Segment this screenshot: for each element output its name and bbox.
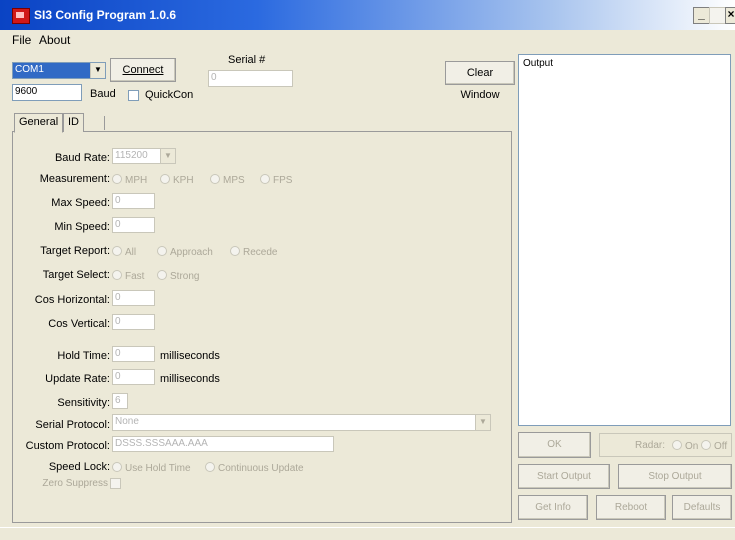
custom-protocol-label: Custom Protocol: xyxy=(25,440,110,452)
reboot-button[interactable]: Reboot xyxy=(596,495,666,520)
target-select-fast[interactable]: Fast xyxy=(112,270,144,282)
hold-time-field[interactable]: 0 xyxy=(112,346,155,362)
measurement-mph[interactable]: MPH xyxy=(112,174,147,186)
cos-vertical-label: Cos Vertical: xyxy=(48,318,110,330)
cos-horizontal-field[interactable]: 0 xyxy=(112,290,155,306)
max-speed-label: Max Speed: xyxy=(51,197,110,209)
output-label: Output xyxy=(523,58,554,69)
connect-button-label: Connect xyxy=(122,64,164,76)
min-speed-label: Min Speed: xyxy=(54,221,110,233)
max-speed-field[interactable]: 0 xyxy=(112,193,155,209)
baud-rate-label: Baud Rate: xyxy=(54,152,110,164)
get-info-button[interactable]: Get Info xyxy=(518,495,588,520)
title-bar: SI3 Config Program 1.0.6 _ × xyxy=(0,0,735,30)
menu-bar: File About xyxy=(0,30,735,49)
cos-horizontal-label: Cos Horizontal: xyxy=(34,294,110,306)
update-rate-field[interactable]: 0 xyxy=(112,369,155,385)
serial-label: Serial # xyxy=(228,54,266,66)
zero-suppress-checkbox[interactable] xyxy=(110,478,121,489)
app-icon xyxy=(12,8,30,24)
measurement-fps[interactable]: FPS xyxy=(260,174,292,186)
baud-label: Baud xyxy=(90,88,116,100)
tab-separator xyxy=(104,116,105,130)
serial-field[interactable]: 0 xyxy=(208,70,293,87)
defaults-button[interactable]: Defaults xyxy=(672,495,732,520)
window-title: SI3 Config Program 1.0.6 xyxy=(34,8,177,22)
chevron-down-icon[interactable]: ▼ xyxy=(90,63,105,78)
start-output-button[interactable]: Start Output xyxy=(518,464,610,489)
port-select[interactable]: COM1 ▼ xyxy=(12,62,106,79)
update-rate-unit: milliseconds xyxy=(160,373,220,385)
minimize-button[interactable]: _ xyxy=(693,7,710,24)
connect-button[interactable]: Connect xyxy=(110,58,176,82)
close-button[interactable]: × xyxy=(725,7,735,24)
port-select-value: COM1 xyxy=(15,64,44,75)
radar-label: Radar: xyxy=(635,440,666,451)
radar-off-option[interactable]: Off xyxy=(701,440,727,452)
radar-on-option[interactable]: On xyxy=(672,440,698,452)
min-speed-field[interactable]: 0 xyxy=(112,217,155,233)
output-panel[interactable]: Output xyxy=(518,54,731,426)
target-report-recede[interactable]: Recede xyxy=(230,246,277,258)
measurement-label: Measurement: xyxy=(39,173,110,185)
quickcon-label: QuickCon xyxy=(145,89,194,101)
sensitivity-label: Sensitivity: xyxy=(57,397,110,409)
baud-rate-value: 115200 xyxy=(115,150,148,161)
menu-file[interactable]: File xyxy=(12,33,31,47)
hold-time-unit: milliseconds xyxy=(160,350,220,362)
cos-vertical-field[interactable]: 0 xyxy=(112,314,155,330)
measurement-mps[interactable]: MPS xyxy=(210,174,245,186)
custom-protocol-field[interactable]: DSSS.SSSAAA.AAA xyxy=(112,436,334,452)
update-rate-label: Update Rate: xyxy=(45,373,110,385)
status-bar xyxy=(0,527,735,540)
tab-general[interactable]: General xyxy=(14,113,64,133)
chevron-down-icon[interactable]: ▼ xyxy=(475,415,490,430)
measurement-kph[interactable]: KPH xyxy=(160,174,194,186)
chevron-down-icon[interactable]: ▼ xyxy=(160,149,175,163)
speed-lock-hold-time[interactable]: Use Hold Time xyxy=(112,462,191,474)
serial-protocol-value: None xyxy=(115,416,139,427)
quickcon-checkbox[interactable] xyxy=(128,90,139,101)
target-select-label: Target Select: xyxy=(42,269,110,281)
ok-button[interactable]: OK xyxy=(518,432,591,458)
target-report-all[interactable]: All xyxy=(112,246,136,258)
menu-about[interactable]: About xyxy=(39,33,70,47)
target-report-label: Target Report: xyxy=(40,245,110,257)
stop-output-button[interactable]: Stop Output xyxy=(618,464,732,489)
speed-lock-label: Speed Lock: xyxy=(48,461,110,473)
hold-time-label: Hold Time: xyxy=(57,350,110,362)
baud-rate-select[interactable]: 115200 ▼ xyxy=(112,148,176,164)
zero-suppress-label: Zero Suppress xyxy=(42,478,108,489)
target-select-strong[interactable]: Strong xyxy=(157,270,199,282)
speed-lock-continuous[interactable]: Continuous Update xyxy=(205,462,304,474)
maximize-button[interactable] xyxy=(709,7,726,24)
target-report-approach[interactable]: Approach xyxy=(157,246,213,258)
sensitivity-field[interactable]: 6 xyxy=(112,393,128,409)
serial-protocol-select[interactable]: None ▼ xyxy=(112,414,491,431)
clear-window-button[interactable]: Clear Window xyxy=(445,61,515,101)
serial-protocol-label: Serial Protocol: xyxy=(35,419,110,431)
baud-field[interactable]: 9600 xyxy=(12,84,82,101)
radar-group: Radar: On Off xyxy=(599,433,732,457)
app-window: SI3 Config Program 1.0.6 _ × File About … xyxy=(0,0,735,540)
tab-id[interactable]: ID xyxy=(63,113,84,132)
